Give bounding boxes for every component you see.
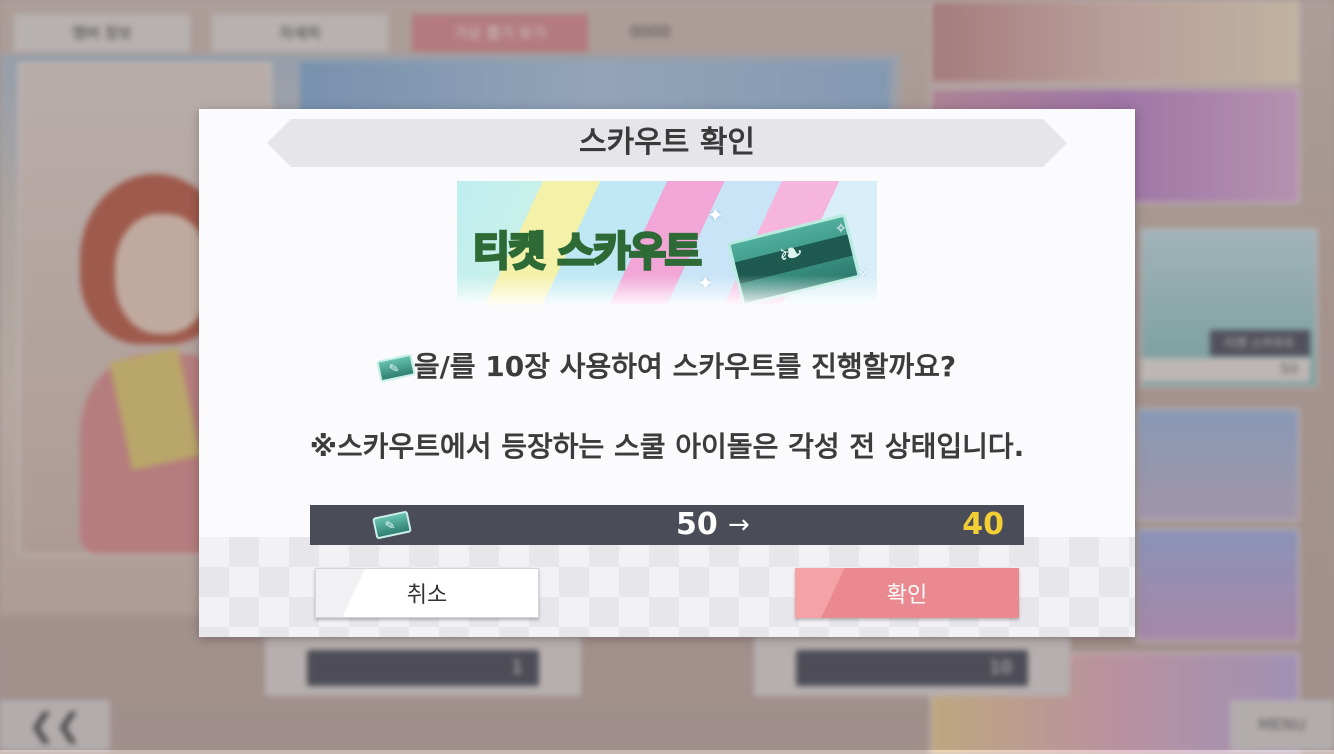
ticket-scout-banner: 티켓 스카우트 ❧ ✦ ✦ ✧ ✧ [457,181,877,305]
ticket-count-after: 40 [962,507,1004,542]
notice-message: ※스카우트에서 등장하는 스쿨 아이돌은 각성 전 상태입니다. [309,430,1025,463]
confirm-message: 을/를 10장 사용하여 스카우트를 진행할까요? [199,345,1135,385]
dialog-title: 스카우트 확인 [578,125,756,160]
banner-fade [457,275,877,305]
ticket-count-before: 50 [676,507,718,542]
sparkle-icon: ✧ [835,221,847,237]
scout-ticket-icon [372,510,412,540]
ticket-counter: 50 → 40 [310,505,1024,545]
confirm-button[interactable]: 확인 [795,568,1019,618]
scout-ticket-icon [375,353,416,383]
scout-confirm-dialog: 스카우트 확인 티켓 스카우트 ❧ ✦ ✦ ✧ ✧ 을/를 10장 사용하여 스… [199,109,1135,637]
cancel-button[interactable]: 취소 [315,568,539,618]
banner-logo-text: 티켓 스카우트 [472,228,704,277]
confirm-message-text: 을/를 10장 사용하여 스카우트를 진행할까요? [413,350,957,383]
arrow-icon: → [728,510,750,540]
sparkle-icon: ✦ [707,203,724,227]
dialog-title-bar: 스카우트 확인 [267,119,1067,167]
